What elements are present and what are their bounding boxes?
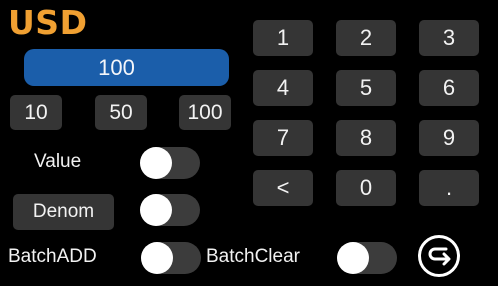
preset-100-button[interactable]: 100	[179, 95, 231, 130]
batch-clear-toggle[interactable]	[337, 242, 397, 274]
value-toggle[interactable]	[140, 147, 200, 179]
value-label: Value	[34, 151, 82, 172]
preset-50-button[interactable]: 50	[95, 95, 147, 130]
key-6[interactable]: 6	[419, 70, 479, 106]
preset-10-button[interactable]: 10	[10, 95, 62, 130]
key-5[interactable]: 5	[336, 70, 396, 106]
backspace-key[interactable]: <	[253, 170, 313, 206]
key-0[interactable]: 0	[336, 170, 396, 206]
key-2[interactable]: 2	[336, 20, 396, 56]
key-4[interactable]: 4	[253, 70, 313, 106]
denom-toggle[interactable]	[140, 194, 200, 226]
batch-clear-label: BatchClear	[206, 246, 300, 267]
denom-button[interactable]: Denom	[13, 194, 114, 230]
batch-add-toggle[interactable]	[141, 242, 201, 274]
return-button[interactable]	[418, 235, 460, 277]
batch-add-label: BatchADD	[8, 246, 97, 267]
return-arrow-icon	[428, 247, 451, 266]
batch-add-toggle-knob	[141, 242, 173, 274]
key-1[interactable]: 1	[253, 20, 313, 56]
amount-value: 100	[98, 54, 135, 80]
decimal-key[interactable]: .	[419, 170, 479, 206]
batch-clear-toggle-knob	[337, 242, 369, 274]
amount-display: 100	[24, 49, 229, 86]
key-8[interactable]: 8	[336, 120, 396, 156]
currency-label: USD	[8, 3, 88, 42]
key-7[interactable]: 7	[253, 120, 313, 156]
denom-toggle-knob	[140, 194, 172, 226]
key-9[interactable]: 9	[419, 120, 479, 156]
key-3[interactable]: 3	[419, 20, 479, 56]
value-toggle-knob	[140, 147, 172, 179]
